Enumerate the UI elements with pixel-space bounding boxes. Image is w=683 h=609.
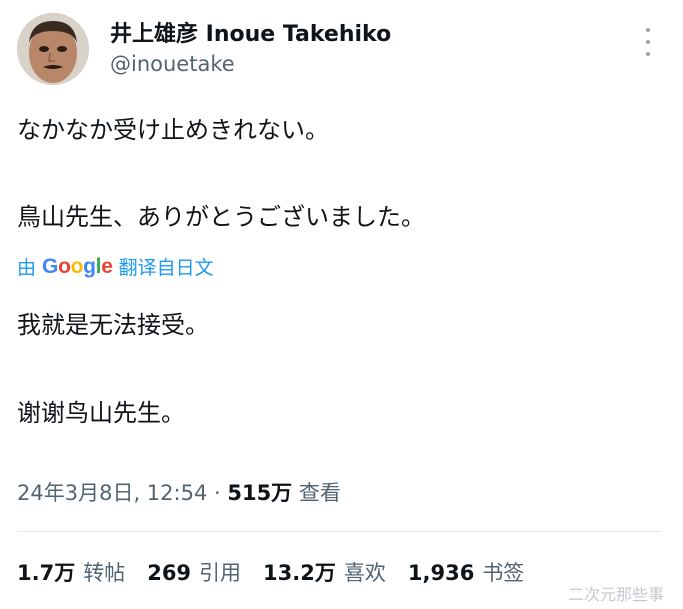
author-handle[interactable]: @inouetake [110, 52, 235, 76]
views-count[interactable]: 515万 [227, 481, 292, 505]
translation-prefix: 由 [17, 257, 37, 279]
translated-text-line: 谢谢鸟山先生。 [17, 399, 185, 427]
avatar[interactable] [17, 13, 89, 85]
views-label: 查看 [292, 481, 341, 505]
stat-quotes[interactable]: 269 引用 [147, 557, 241, 587]
stat-number: 1.7万 [17, 561, 76, 585]
stat-label: 引用 [199, 561, 242, 585]
translation-attribution[interactable]: 由 Google 翻译自日文 [17, 253, 214, 280]
translated-text-line: 我就是无法接受。 [17, 311, 209, 339]
stat-likes[interactable]: 13.2万 喜欢 [263, 557, 386, 587]
engagement-stats: 1.7万 转帖 269 引用 13.2万 喜欢 1,936 书签 [17, 557, 524, 587]
more-vertical-icon[interactable] [638, 28, 658, 56]
stat-number: 269 [147, 561, 192, 585]
stat-label: 书签 [482, 561, 525, 585]
translation-suffix: 翻译自日文 [118, 257, 214, 279]
tweet-text-line: なかなか受け止めきれない。 [17, 116, 329, 144]
tweet-meta: 24年3月8日, 12:54 · 515万 查看 [17, 477, 341, 507]
stat-label: 喜欢 [343, 561, 386, 585]
stat-number: 13.2万 [263, 561, 336, 585]
stat-reposts[interactable]: 1.7万 转帖 [17, 557, 125, 587]
stat-bookmarks[interactable]: 1,936 书签 [408, 557, 524, 587]
author-display-name[interactable]: 井上雄彦 Inoue Takehiko [110, 16, 391, 48]
stat-number: 1,936 [407, 561, 475, 585]
meta-separator: · [207, 481, 228, 505]
tweet-text-line: 鳥山先生、ありがとうございました。 [17, 203, 425, 231]
watermark: 二次元那些事 [568, 585, 665, 604]
stat-label: 转帖 [83, 561, 126, 585]
google-logo: Google [42, 254, 113, 278]
divider [17, 531, 661, 532]
timestamp[interactable]: 24年3月8日, 12:54 [17, 481, 207, 505]
